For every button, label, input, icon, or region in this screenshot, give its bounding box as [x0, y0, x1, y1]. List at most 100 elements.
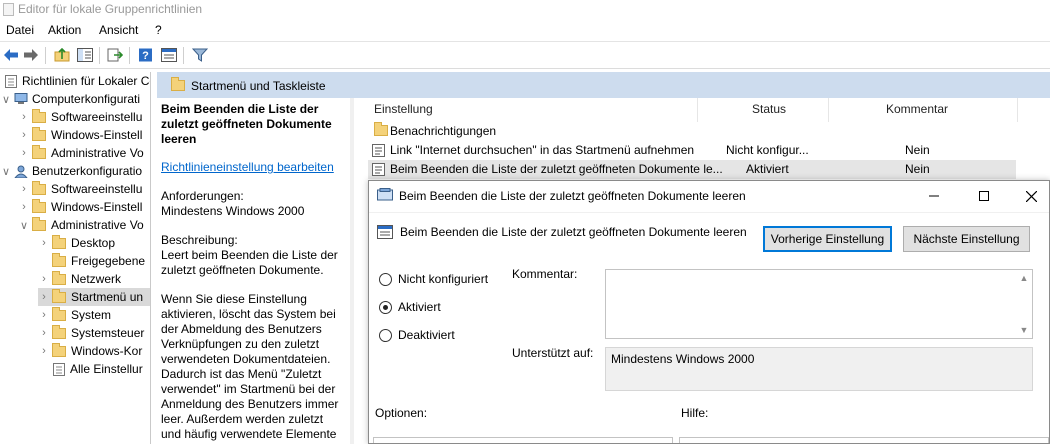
back-arrow-icon[interactable] — [2, 46, 20, 64]
navigation-tree[interactable]: Richtlinien für Lokaler Co ∨ Computerkon… — [0, 72, 151, 444]
tree-item-label: Startmenü un — [71, 290, 144, 304]
radio-button[interactable] — [379, 272, 392, 286]
toolbar-separator — [183, 47, 184, 64]
help-icon[interactable]: ? — [137, 46, 155, 64]
list-row-selected[interactable]: Beim Beenden die Liste der zuletzt geöff… — [368, 160, 1016, 179]
previous-setting-button[interactable]: Vorherige Einstellung — [763, 226, 892, 252]
options-label: Optionen: — [375, 406, 428, 420]
option-disabled[interactable]: Deaktiviert — [379, 327, 455, 343]
next-setting-button[interactable]: Nächste Einstellung — [903, 226, 1030, 252]
minimize-icon[interactable] — [920, 185, 948, 207]
section-header-extension — [350, 72, 1050, 98]
toolbar-separator — [99, 47, 100, 64]
tree-item-label: Computerkonfigurati — [32, 92, 141, 106]
tree-item-systemsteuerung[interactable]: › Systemsteuer — [38, 324, 144, 342]
chevron-right-icon[interactable]: › — [18, 147, 30, 159]
tree-item-benutzerkonfiguration[interactable]: ∨ Benutzerkonfiguratio — [0, 162, 142, 180]
properties-icon[interactable] — [160, 46, 178, 64]
user-icon — [14, 165, 28, 178]
chevron-right-icon[interactable]: › — [18, 129, 30, 141]
row-status: Nicht konfigur... — [726, 143, 809, 157]
export-list-icon[interactable] — [106, 46, 124, 64]
tree-item-windows-komponenten[interactable]: › Windows-Kor — [38, 342, 142, 360]
chevron-right-icon[interactable]: › — [38, 309, 50, 321]
menu-datei[interactable]: Datei — [6, 23, 34, 37]
option-not-configured[interactable]: Nicht konfiguriert — [379, 271, 488, 287]
chevron-right-icon[interactable]: › — [18, 111, 30, 123]
expand-arrow-icon[interactable]: ∨ — [0, 93, 12, 106]
chevron-right-icon[interactable]: › — [38, 273, 50, 285]
menu-help[interactable]: ? — [155, 23, 162, 37]
section-title: Startmenü und Taskleiste — [191, 79, 326, 93]
maximize-icon[interactable] — [970, 185, 998, 207]
edit-policy-link[interactable]: Richtlinieneinstellung bearbeiten — [161, 160, 346, 175]
tree-item-softwareeinstellungen[interactable]: › Softwareeinstellu — [18, 180, 142, 198]
tree-item-label: Freigegebene — [71, 254, 146, 268]
expand-arrow-icon[interactable]: ∨ — [0, 165, 12, 178]
tree-item-netzwerk[interactable]: › Netzwerk — [38, 270, 121, 288]
chevron-right-icon[interactable]: › — [38, 291, 50, 303]
show-hide-tree-icon[interactable] — [76, 46, 94, 64]
chevron-right-icon[interactable]: › — [18, 201, 30, 213]
tree-item-system[interactable]: › System — [38, 306, 111, 324]
comment-scrollbar[interactable]: ▲ ▼ — [1016, 270, 1032, 338]
menu-aktion[interactable]: Aktion — [48, 23, 81, 37]
list-row-benachrichtigungen[interactable]: Benachrichtigungen — [368, 122, 1016, 141]
tree-item-windows-einstellungen[interactable]: › Windows-Einstell — [18, 126, 142, 144]
column-separator[interactable] — [697, 98, 698, 122]
column-header-setting[interactable]: Einstellung — [374, 102, 433, 120]
toolbar: ? — [0, 41, 1050, 69]
policy-setting-icon — [372, 163, 385, 179]
tree-item-label: System — [71, 308, 112, 322]
description-pane: Beim Beenden die Liste der zuletzt geöff… — [157, 98, 350, 444]
requirements-label: Anforderungen: — [161, 189, 244, 203]
all-settings-icon — [52, 362, 66, 376]
chevron-right-icon[interactable]: › — [18, 183, 30, 195]
tree-item-alle-einstellungen[interactable]: Alle Einstellur — [38, 360, 143, 378]
column-header-status[interactable]: Status — [752, 102, 786, 120]
column-separator[interactable] — [828, 98, 829, 122]
close-icon[interactable] — [1017, 185, 1045, 207]
folder-icon — [32, 144, 46, 159]
scroll-down-icon[interactable]: ▼ — [1020, 325, 1029, 335]
help-pane — [679, 437, 1049, 443]
option-enabled[interactable]: Aktiviert — [379, 299, 441, 315]
up-folder-icon[interactable] — [53, 46, 71, 64]
tree-item-windows-einstellungen[interactable]: › Windows-Einstell — [18, 198, 142, 216]
dialog-title: Beim Beenden die Liste der zuletzt geöff… — [399, 189, 746, 203]
folder-icon — [374, 122, 388, 136]
forward-arrow-icon[interactable] — [22, 46, 40, 64]
folder-icon — [52, 288, 66, 303]
supported-on-box: Mindestens Windows 2000 — [605, 347, 1033, 391]
column-separator[interactable] — [1017, 98, 1018, 122]
tree-root[interactable]: Richtlinien für Lokaler Co — [2, 72, 150, 90]
chevron-right-icon[interactable]: › — [38, 327, 50, 339]
radio-button[interactable] — [379, 328, 392, 342]
comment-textarea[interactable]: ▲ ▼ — [605, 269, 1033, 339]
tree-item-label: Windows-Kor — [71, 344, 143, 358]
row-name: Link "Internet durchsuchen" in das Start… — [390, 143, 695, 157]
chevron-right-icon[interactable]: › — [38, 345, 50, 357]
tree-item-administrative-vorlagen[interactable]: ∨ Administrative Vo — [18, 216, 144, 234]
tree-item-desktop[interactable]: › Desktop — [38, 234, 115, 252]
dialog-title-icon — [377, 188, 393, 205]
chevron-right-icon[interactable]: › — [38, 237, 50, 249]
menu-ansicht[interactable]: Ansicht — [99, 23, 138, 37]
folder-icon — [171, 77, 185, 91]
description-details: Wenn Sie diese Einstellung aktivieren, l… — [161, 292, 339, 444]
tree-item-computerkonfiguration[interactable]: ∨ Computerkonfigurati — [0, 90, 140, 108]
toolbar-separator — [129, 47, 130, 64]
list-row-internet-durchsuchen[interactable]: Link "Internet durchsuchen" in das Start… — [368, 141, 1016, 160]
tree-item-softwareeinstellungen[interactable]: › Softwareeinstellu — [18, 108, 142, 126]
tree-item-freigegebene[interactable]: Freigegebene — [38, 252, 145, 270]
policy-dialog: Beim Beenden die Liste der zuletzt geöff… — [368, 180, 1050, 444]
folder-icon — [52, 252, 66, 267]
folder-icon — [52, 342, 66, 357]
expand-arrow-icon[interactable]: ∨ — [18, 219, 30, 232]
filter-icon[interactable] — [191, 46, 209, 64]
scroll-up-icon[interactable]: ▲ — [1020, 273, 1029, 283]
tree-item-administrative-vorlagen[interactable]: › Administrative Vo — [18, 144, 144, 162]
tree-item-startmenue-selected[interactable]: › Startmenü un — [38, 288, 150, 306]
radio-button-checked[interactable] — [379, 300, 392, 314]
column-header-comment[interactable]: Kommentar — [886, 102, 948, 120]
